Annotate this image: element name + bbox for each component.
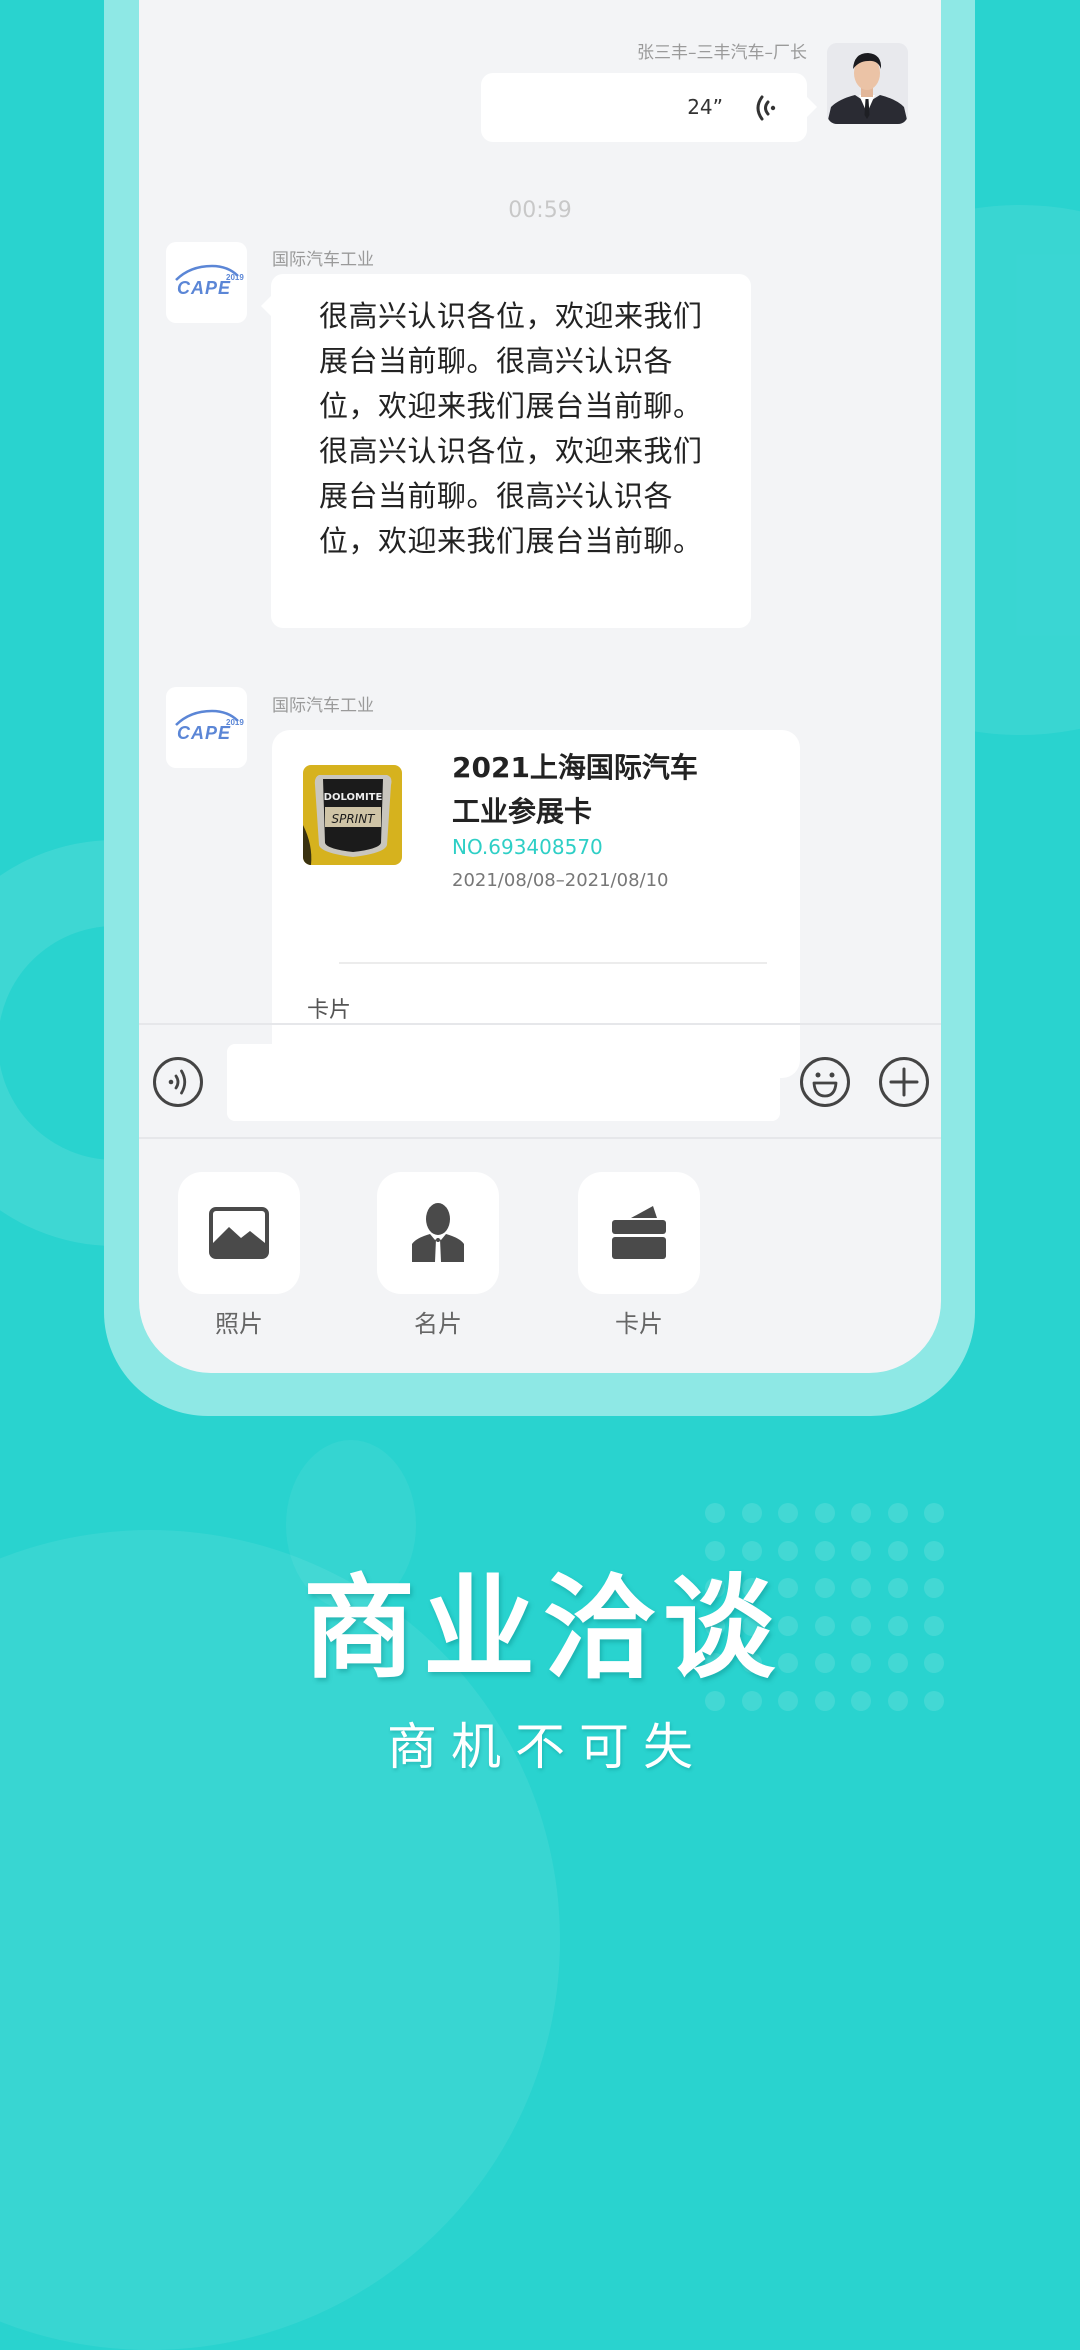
promo-headline: 商业洽谈 xyxy=(303,1564,783,1694)
decorative-dot xyxy=(924,1503,944,1523)
business-card-person-icon xyxy=(412,1203,464,1262)
decorative-dot xyxy=(741,1503,762,1523)
message-input[interactable] xyxy=(227,1044,780,1121)
decorative-dot xyxy=(705,1503,725,1523)
emoji-icon xyxy=(800,1057,850,1107)
svg-text:DOLOMITE: DOLOMITE xyxy=(324,792,383,803)
message-text: 很高兴认识各位，欢迎来我们展台当前聊。很高兴认识各位，欢迎来我们展台当前聊。很高… xyxy=(319,299,703,558)
sender-name: 国际汽车工业 xyxy=(272,250,374,270)
car-badge-image-icon: DOLOMITE SPRINT xyxy=(303,765,402,865)
svg-text:SPRINT: SPRINT xyxy=(331,812,376,826)
attachment-tile[interactable] xyxy=(377,1172,499,1294)
input-bar-bottom-border xyxy=(139,1137,941,1139)
avatar[interactable]: 2019 CAPE xyxy=(166,687,247,768)
promo-subtitle: 商机不可失 xyxy=(387,1718,707,1776)
cape-logo-icon: 2019 CAPE xyxy=(175,264,244,298)
cape-logo-icon: 2019 CAPE xyxy=(175,709,244,743)
plus-icon xyxy=(879,1057,929,1107)
card-wallet-icon xyxy=(612,1206,666,1259)
card-thumbnail: DOLOMITE SPRINT xyxy=(303,765,402,865)
attachment-tile[interactable] xyxy=(578,1172,700,1294)
attachment-label: 照片 xyxy=(215,1310,263,1338)
person-photo-icon xyxy=(827,43,908,124)
avatar[interactable] xyxy=(827,43,908,124)
voice-wave-icon xyxy=(756,95,776,121)
attachment-photo[interactable]: 照片 xyxy=(178,1172,309,1339)
svg-text:CAPE: CAPE xyxy=(177,723,231,743)
decorative-dot xyxy=(778,1503,798,1523)
card-date-range: 2021/08/08–2021/08/10 xyxy=(452,870,669,891)
input-bar-top-border xyxy=(139,1023,941,1025)
attachment-label: 卡片 xyxy=(615,1310,663,1338)
card-type-label: 卡片 xyxy=(307,998,352,1023)
attachment-label: 名片 xyxy=(414,1310,462,1338)
attachment-card[interactable]: 卡片 xyxy=(578,1172,709,1339)
decorative-dot xyxy=(851,1503,871,1523)
decorative-dot xyxy=(887,1503,908,1523)
phone-screen: 张三丰–三丰汽车–厂长 24” 00:59 2019 CAPE 国际汽车工业 很 xyxy=(139,0,941,1373)
voice-message-bubble[interactable]: 24” xyxy=(481,73,817,142)
card-message[interactable]: DOLOMITE SPRINT 2021上海国际汽车工业参展卡 NO.69340… xyxy=(272,730,800,1078)
sender-name: 国际汽车工业 xyxy=(272,696,374,716)
voice-mode-icon xyxy=(153,1057,203,1107)
decorative-dot xyxy=(814,1503,835,1523)
voice-mode-button[interactable] xyxy=(152,1056,204,1108)
text-message-bubble[interactable]: 很高兴认识各位，欢迎来我们展台当前聊。很高兴认识各位，欢迎来我们展台当前聊。很高… xyxy=(261,274,751,628)
card-number: NO.693408570 xyxy=(452,835,603,859)
card-divider xyxy=(339,962,767,964)
svg-text:CAPE: CAPE xyxy=(177,278,231,298)
emoji-button[interactable] xyxy=(799,1056,851,1108)
avatar[interactable]: 2019 CAPE xyxy=(166,242,247,323)
voice-duration: 24” xyxy=(687,95,723,119)
card-title: 2021上海国际汽车工业参展卡 xyxy=(452,751,698,828)
timestamp: 00:59 xyxy=(508,198,572,223)
attachment-tile[interactable] xyxy=(178,1172,300,1294)
image-icon xyxy=(209,1207,269,1259)
attachment-business-card[interactable]: 名片 xyxy=(377,1172,508,1339)
sender-name: 张三丰–三丰汽车–厂长 xyxy=(637,43,807,63)
more-options-button[interactable] xyxy=(878,1056,930,1108)
